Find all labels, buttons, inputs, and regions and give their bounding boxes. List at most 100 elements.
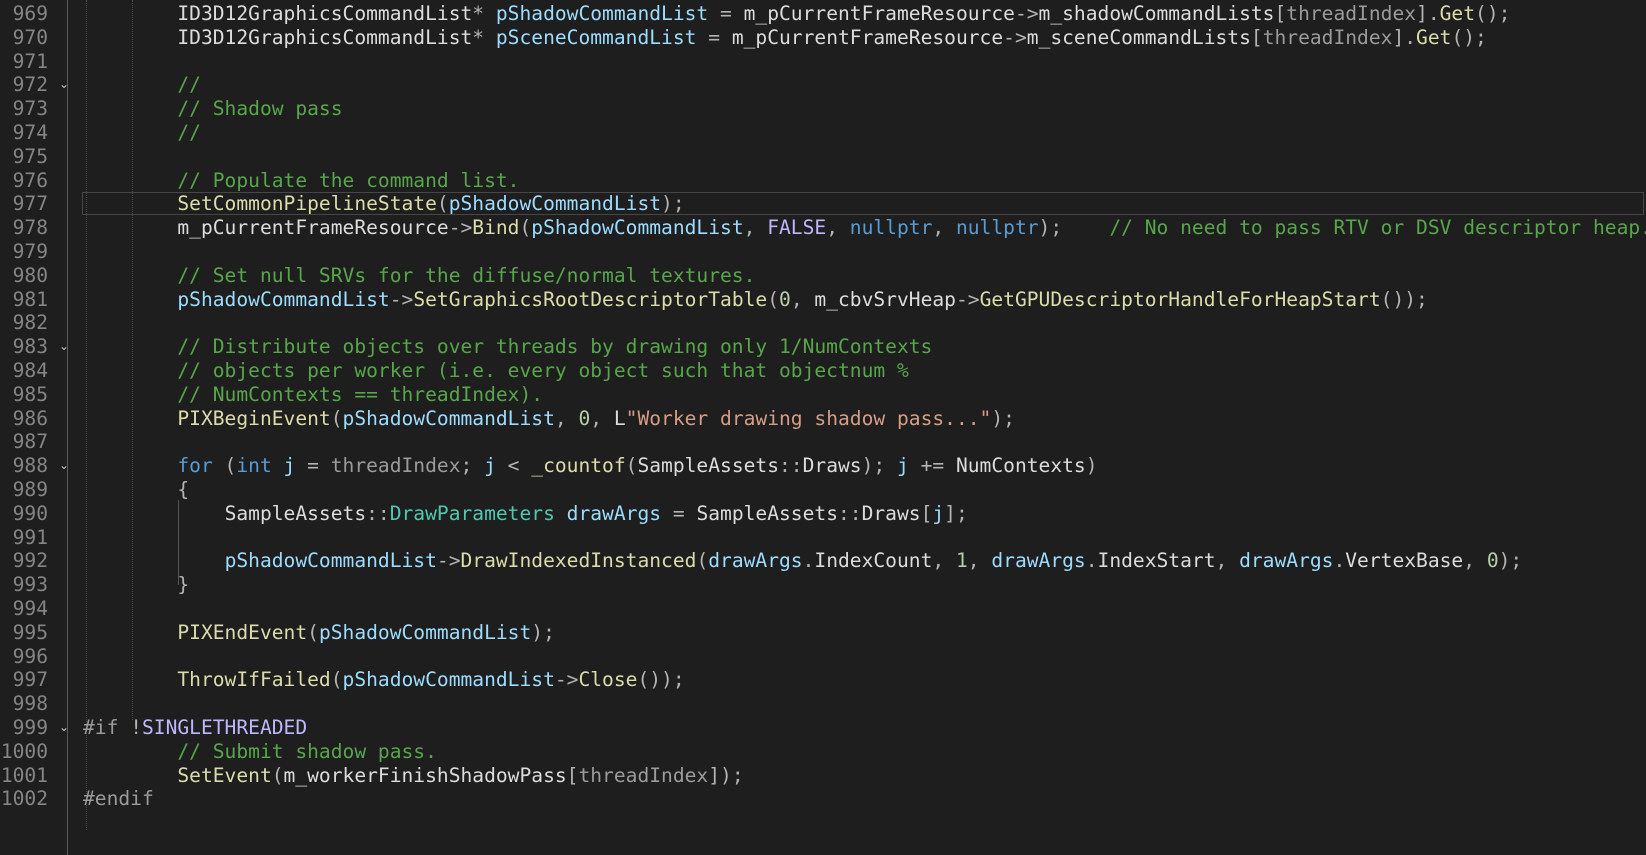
code-line[interactable]: 1000 // Submit shadow pass. xyxy=(0,739,1646,764)
code-line[interactable]: 969 ID3D12GraphicsCommandList* pShadowCo… xyxy=(0,1,1646,26)
fold-chevron-icon[interactable]: ⌄ xyxy=(57,334,71,359)
line-number: 977 xyxy=(12,192,48,216)
code-editor[interactable]: 969 ID3D12GraphicsCommandList* pShadowCo… xyxy=(0,0,1646,855)
code-token: threadIndex xyxy=(578,763,709,787)
code-token: ]); xyxy=(708,763,744,787)
code-token: ]. xyxy=(1392,25,1417,49)
code-line[interactable]: 979 xyxy=(0,239,1646,264)
code-line[interactable]: 980 // Set null SRVs for the diffuse/nor… xyxy=(0,263,1646,288)
code-line[interactable]: 994 xyxy=(0,596,1646,621)
code-line[interactable]: 982 xyxy=(0,310,1646,335)
line-number: 972 xyxy=(12,73,48,97)
code-token: PIXBeginEvent xyxy=(177,406,331,430)
code-token: , xyxy=(554,406,579,430)
code-token: :: xyxy=(838,501,862,525)
code-text: PIXBeginEvent(pShadowCommandList, 0, L"W… xyxy=(83,406,1015,431)
code-token: nullptr xyxy=(849,216,933,240)
code-line[interactable]: 978 m_pCurrentFrameResource->Bind(pShado… xyxy=(0,215,1646,240)
code-line[interactable]: 1001 SetEvent(m_workerFinishShadowPass[t… xyxy=(0,763,1646,788)
code-token: = xyxy=(696,25,732,49)
code-token: [ xyxy=(920,501,933,525)
code-line[interactable]: 976 // Populate the command list. xyxy=(0,168,1646,193)
code-token: 0 xyxy=(779,287,791,311)
code-token: "Worker drawing shadow pass..." xyxy=(625,406,992,430)
code-token: , xyxy=(1463,549,1487,573)
line-number: 1002 xyxy=(0,787,48,811)
code-token: // No need to pass RTV or DSV descriptor… xyxy=(1109,216,1646,240)
code-line[interactable]: 977 SetCommonPipelineState(pShadowComman… xyxy=(0,191,1646,216)
code-token: FALSE xyxy=(767,216,827,240)
code-line[interactable]: 998 xyxy=(0,691,1646,716)
code-line[interactable]: 992 pShadowCommandList->DrawIndexedInsta… xyxy=(0,548,1646,573)
code-token: IndexStart xyxy=(1097,549,1216,573)
code-line[interactable]: 983 ⌄ // Distribute objects over threads … xyxy=(0,334,1646,359)
code-line[interactable]: 991 xyxy=(0,525,1646,550)
code-text: // Shadow pass xyxy=(83,96,342,121)
code-token: pShadowCommandList xyxy=(448,192,662,216)
code-text: // Submit shadow pass. xyxy=(83,739,437,764)
code-token: pShadowCommandList xyxy=(224,549,437,573)
code-token: // Set null SRVs for the diffuse/normal … xyxy=(177,263,756,287)
code-line[interactable]: 975 xyxy=(0,144,1646,169)
code-token: ); xyxy=(1038,216,1063,240)
code-line[interactable]: 985 // NumContexts == threadIndex). xyxy=(0,382,1646,407)
line-number: 969 xyxy=(12,2,48,25)
code-token: drawArgs xyxy=(991,549,1086,573)
code-token: ) xyxy=(1085,454,1098,478)
code-token: ID3D12GraphicsCommandList xyxy=(177,2,473,25)
code-token: Draws xyxy=(802,454,862,478)
code-line[interactable]: 996 xyxy=(0,644,1646,669)
code-token: (); xyxy=(1451,25,1487,49)
code-line[interactable]: 981 pShadowCommandList->SetGraphicsRootD… xyxy=(0,287,1646,312)
code-token: m_workerFinishShadowPass xyxy=(283,763,567,787)
code-token: Get xyxy=(1439,2,1476,25)
code-token: ); xyxy=(991,406,1015,430)
line-number: 1000 xyxy=(0,739,48,763)
code-token: DrawIndexedInstanced xyxy=(460,549,697,573)
code-token: -> xyxy=(554,668,579,692)
code-token: { xyxy=(177,478,190,501)
code-line[interactable]: 971 xyxy=(0,49,1646,74)
code-line[interactable]: 997 ThrowIfFailed(pShadowCommandList->Cl… xyxy=(0,667,1646,692)
code-line[interactable]: 972 ⌄ // xyxy=(0,72,1646,97)
line-number: 980 xyxy=(12,263,48,287)
code-token: pShadowCommandList xyxy=(342,668,555,692)
code-text: m_pCurrentFrameResource->Bind(pShadowCom… xyxy=(83,215,1646,240)
code-line[interactable]: 993 } xyxy=(0,572,1646,597)
line-number: 979 xyxy=(12,240,48,263)
code-line[interactable]: 1002 #endif xyxy=(0,786,1646,811)
code-token: , xyxy=(590,406,614,430)
fold-chevron-icon[interactable]: ⌄ xyxy=(57,72,71,97)
code-text: #if !SINGLETHREADED xyxy=(83,715,307,740)
code-line[interactable]: 970 ID3D12GraphicsCommandList* pSceneCom… xyxy=(0,25,1646,50)
code-line[interactable]: 986 PIXBeginEvent(pShadowCommandList, 0,… xyxy=(0,406,1646,431)
code-token: ( xyxy=(330,406,343,430)
code-token: -> xyxy=(448,216,473,240)
fold-chevron-icon[interactable]: ⌄ xyxy=(57,453,71,478)
code-token: , xyxy=(967,549,992,573)
code-line[interactable]: 988 ⌄ for (int j = threadIndex; j < _coun… xyxy=(0,453,1646,478)
code-token: ); xyxy=(661,192,685,216)
line-number: 970 xyxy=(12,25,48,49)
code-token: ID3D12GraphicsCommandList xyxy=(177,25,473,49)
code-line[interactable]: 973 // Shadow pass xyxy=(0,96,1646,121)
code-line[interactable]: 989 { xyxy=(0,477,1646,502)
code-token: m_pCurrentFrameResource xyxy=(731,25,1004,49)
code-token: j xyxy=(896,454,909,478)
code-text: // Set null SRVs for the diffuse/normal … xyxy=(83,263,755,288)
code-token: ( xyxy=(330,668,343,692)
code-line[interactable]: 974 // xyxy=(0,120,1646,145)
code-token: 1 xyxy=(955,549,968,573)
code-token: , xyxy=(790,287,815,311)
code-line[interactable]: 995 PIXEndEvent(pShadowCommandList); xyxy=(0,620,1646,645)
code-token: ( xyxy=(307,620,319,644)
code-line[interactable]: 987 xyxy=(0,429,1646,454)
code-line[interactable]: 984 // objects per worker (i.e. every ob… xyxy=(0,358,1646,383)
code-line[interactable]: 990 SampleAssets::DrawParameters drawArg… xyxy=(0,501,1646,526)
fold-chevron-icon[interactable]: ⌄ xyxy=(57,715,71,740)
code-line[interactable]: 999 ⌄ #if !SINGLETHREADED xyxy=(0,715,1646,740)
